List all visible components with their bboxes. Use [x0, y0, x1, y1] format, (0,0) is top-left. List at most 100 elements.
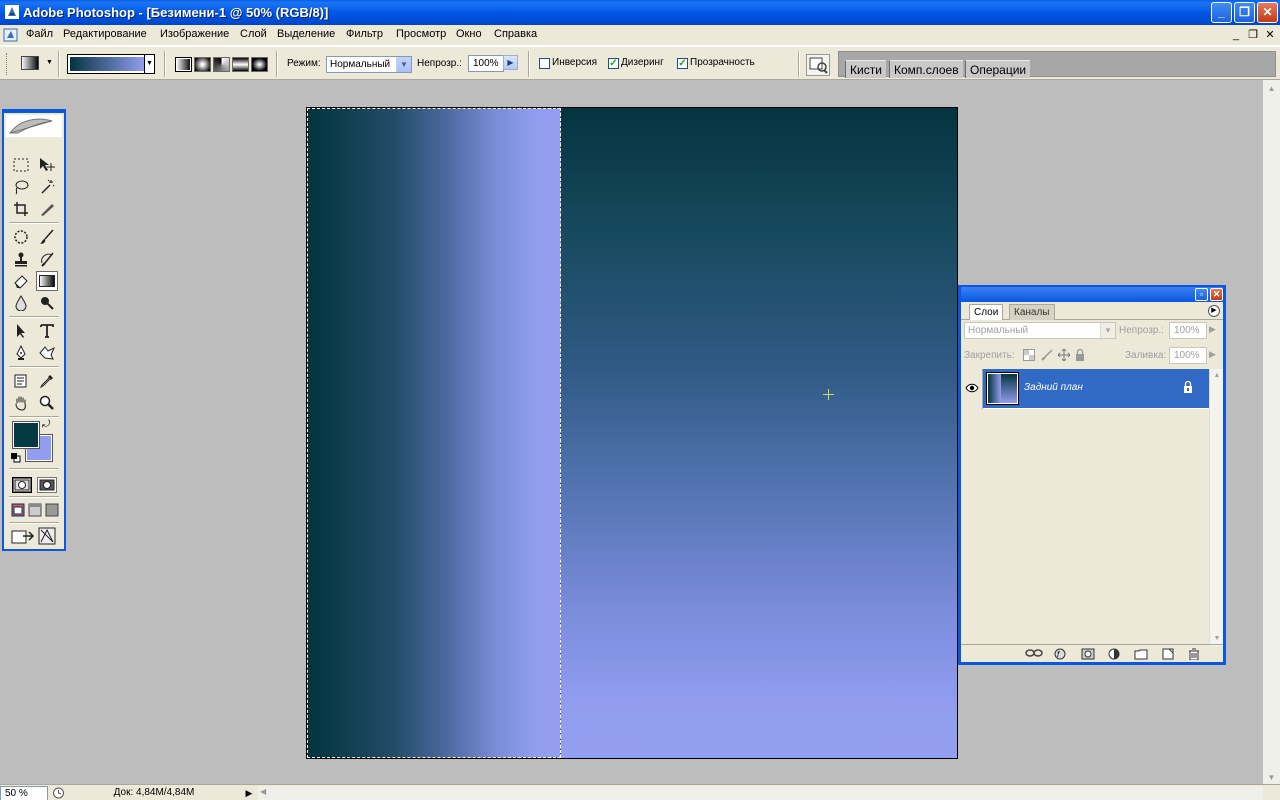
eyedropper-tool[interactable] — [36, 371, 58, 391]
menu-filter[interactable]: Фильтр — [346, 28, 383, 40]
well-tab-brushes[interactable]: Кисти — [845, 60, 886, 78]
magic-wand-tool[interactable] — [36, 177, 58, 197]
angle-gradient-button[interactable] — [213, 57, 230, 72]
tab-layers[interactable]: Слои — [969, 304, 1004, 320]
panel-minimize-button[interactable]: ▫ — [1195, 288, 1208, 301]
shape-tool[interactable] — [36, 343, 58, 363]
file-browser-icon[interactable] — [806, 54, 830, 76]
adjustment-layer-icon[interactable] — [1107, 648, 1121, 660]
fill-arrow-icon[interactable]: ▶ — [1209, 349, 1216, 360]
adobe-feather-logo[interactable] — [6, 115, 62, 137]
imageready-logo-icon[interactable] — [38, 527, 56, 545]
layer-visibility-eye-icon[interactable] — [961, 369, 983, 409]
menu-select[interactable]: Выделение — [277, 28, 335, 40]
layer-name[interactable]: Задний план — [1024, 382, 1083, 393]
default-colors-icon[interactable] — [11, 453, 21, 463]
menu-window[interactable]: Окно — [456, 28, 482, 40]
chevron-down-icon[interactable]: ▼ — [396, 57, 411, 72]
fill-input[interactable]: 100% — [1169, 347, 1207, 364]
crop-tool[interactable] — [10, 199, 32, 219]
layer-thumbnail[interactable] — [986, 372, 1019, 405]
blur-tool[interactable] — [10, 293, 32, 313]
status-menu-arrow-icon[interactable]: ▶ — [242, 786, 256, 800]
mode-select[interactable]: Нормальный ▼ — [326, 56, 412, 73]
reverse-checkbox[interactable] — [539, 58, 550, 69]
menu-edit[interactable]: Редактирование — [63, 28, 147, 40]
brush-tool[interactable] — [36, 227, 58, 247]
doc-close-button[interactable]: ✕ — [1262, 28, 1278, 42]
lock-paint-brush-icon[interactable] — [1041, 349, 1053, 361]
menu-image[interactable]: Изображение — [160, 28, 229, 40]
layers-panel-titlebar[interactable]: ▫ ✕ — [961, 287, 1223, 302]
history-brush-tool[interactable] — [36, 249, 58, 269]
move-tool[interactable] — [36, 155, 58, 175]
healing-brush-tool[interactable] — [10, 227, 32, 247]
slice-tool[interactable] — [36, 199, 58, 219]
gradient-dropdown-arrow-icon[interactable]: ▼ — [144, 55, 154, 73]
layer-opacity-arrow-icon[interactable]: ▶ — [1209, 324, 1216, 335]
foreground-color-swatch[interactable] — [12, 421, 40, 449]
blend-mode-select[interactable]: Нормальный ▼ — [964, 322, 1116, 339]
minimize-button[interactable]: _ — [1211, 2, 1232, 23]
quick-mask-mode-button[interactable] — [37, 477, 57, 493]
dodge-tool[interactable] — [36, 293, 58, 313]
scroll-left-icon[interactable]: ◀ — [260, 787, 266, 796]
eraser-tool[interactable] — [10, 271, 32, 291]
new-layer-icon[interactable] — [1161, 648, 1175, 660]
swap-colors-icon[interactable]: ⤾ — [42, 419, 50, 430]
gradient-picker[interactable]: ▼ — [67, 54, 155, 74]
reflected-gradient-button[interactable] — [232, 57, 249, 72]
tool-preset-arrow-icon[interactable]: ▼ — [46, 59, 53, 66]
tab-channels[interactable]: Каналы — [1009, 304, 1055, 320]
full-screen-menu-mode-icon[interactable] — [28, 503, 42, 517]
doc-restore-button[interactable]: ❐ — [1245, 28, 1261, 42]
layer-row[interactable]: Задний план — [961, 369, 1209, 409]
new-group-folder-icon[interactable] — [1134, 648, 1148, 660]
scroll-up-icon[interactable]: ▲ — [1263, 80, 1280, 97]
options-bar-grip[interactable] — [6, 53, 9, 75]
standard-screen-mode-icon[interactable] — [11, 503, 25, 517]
diamond-gradient-button[interactable] — [251, 57, 268, 72]
scroll-up-icon[interactable]: ▲ — [1210, 369, 1224, 383]
layer-style-icon[interactable]: f — [1053, 648, 1067, 660]
menu-help[interactable]: Справка — [494, 28, 537, 40]
panel-menu-arrow-icon[interactable]: ▶ — [1208, 305, 1220, 317]
lock-all-icon[interactable] — [1075, 349, 1085, 361]
gradient-preview-bar[interactable] — [70, 57, 144, 71]
hand-tool[interactable] — [10, 393, 32, 413]
lock-move-icon[interactable] — [1058, 349, 1070, 361]
lock-transparency-icon[interactable] — [1023, 349, 1035, 361]
type-tool[interactable] — [36, 321, 58, 341]
doc-minimize-button[interactable]: _ — [1228, 28, 1244, 42]
marquee-tool[interactable] — [10, 155, 32, 175]
transparency-checkbox[interactable]: ✓ — [677, 58, 688, 69]
jump-to-imageready-icon[interactable] — [11, 527, 35, 545]
notes-tool[interactable] — [10, 371, 32, 391]
menu-file[interactable]: Файл — [26, 28, 53, 40]
link-layers-icon[interactable] — [1025, 648, 1043, 658]
close-button[interactable]: ✕ — [1257, 2, 1278, 23]
lasso-tool[interactable] — [10, 177, 32, 197]
gradient-tool[interactable] — [36, 271, 58, 291]
standard-mode-button[interactable] — [12, 477, 32, 493]
radial-gradient-button[interactable] — [194, 57, 211, 72]
well-tab-actions[interactable]: Операции — [965, 60, 1031, 78]
clone-stamp-tool[interactable] — [10, 249, 32, 269]
selection-marquee[interactable] — [307, 108, 561, 758]
menu-layer[interactable]: Слой — [240, 28, 267, 40]
workspace-vertical-scrollbar[interactable]: ▲ ▼ — [1263, 80, 1280, 786]
dither-checkbox[interactable]: ✓ — [608, 58, 619, 69]
pen-tool[interactable] — [10, 343, 32, 363]
layer-mask-icon[interactable] — [1081, 648, 1095, 660]
trash-icon[interactable] — [1187, 648, 1201, 660]
opacity-slider-arrow-icon[interactable]: ▶ — [503, 55, 518, 70]
panel-close-button[interactable]: ✕ — [1210, 288, 1223, 301]
document-canvas[interactable] — [306, 107, 958, 759]
zoom-level-field[interactable]: 50 % — [0, 786, 48, 800]
menu-view[interactable]: Просмотр — [396, 28, 446, 40]
document-icon[interactable] — [3, 27, 19, 43]
well-tab-layer-comps[interactable]: Комп.слоев — [889, 60, 963, 78]
tool-preset-gradient-icon[interactable] — [21, 56, 39, 70]
linear-gradient-button[interactable] — [175, 57, 192, 72]
status-info-icon[interactable] — [52, 787, 65, 799]
